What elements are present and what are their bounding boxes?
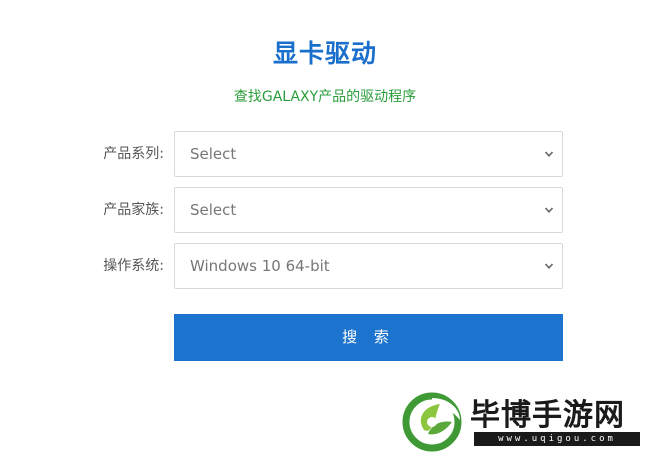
watermark-url: www.uqigou.com — [474, 432, 640, 446]
watermark-site-name: 毕博手游网 — [470, 398, 625, 433]
chevron-down-icon — [544, 263, 554, 269]
chevron-down-icon — [544, 151, 554, 157]
operating-system-value: Windows 10 64-bit — [190, 257, 330, 275]
leaf-logo-icon — [402, 392, 462, 452]
page-subtitle: 查找GALAXY产品的驱动程序 — [233, 89, 417, 105]
operating-system-select[interactable]: Windows 10 64-bit — [174, 243, 563, 289]
search-button[interactable]: 搜 索 — [174, 314, 563, 361]
product-family-value: Select — [190, 201, 237, 219]
operating-system-row: 操作系统: Windows 10 64-bit — [0, 243, 650, 289]
page-title: 显卡驱动 — [272, 39, 377, 68]
driver-download-page: 显卡驱动 查找GALAXY产品的驱动程序 产品系列: Select 产品家族: … — [0, 0, 650, 457]
product-family-label: 产品家族: — [103, 202, 164, 218]
product-series-row: 产品系列: Select — [0, 131, 650, 177]
product-series-label: 产品系列: — [103, 146, 164, 162]
watermark: 毕博手游网 www.uqigou.com — [402, 388, 646, 452]
operating-system-label: 操作系统: — [103, 258, 164, 274]
product-series-select[interactable]: Select — [174, 131, 563, 177]
chevron-down-icon — [544, 207, 554, 213]
product-series-value: Select — [190, 145, 237, 163]
product-family-select[interactable]: Select — [174, 187, 563, 233]
product-family-row: 产品家族: Select — [0, 187, 650, 233]
